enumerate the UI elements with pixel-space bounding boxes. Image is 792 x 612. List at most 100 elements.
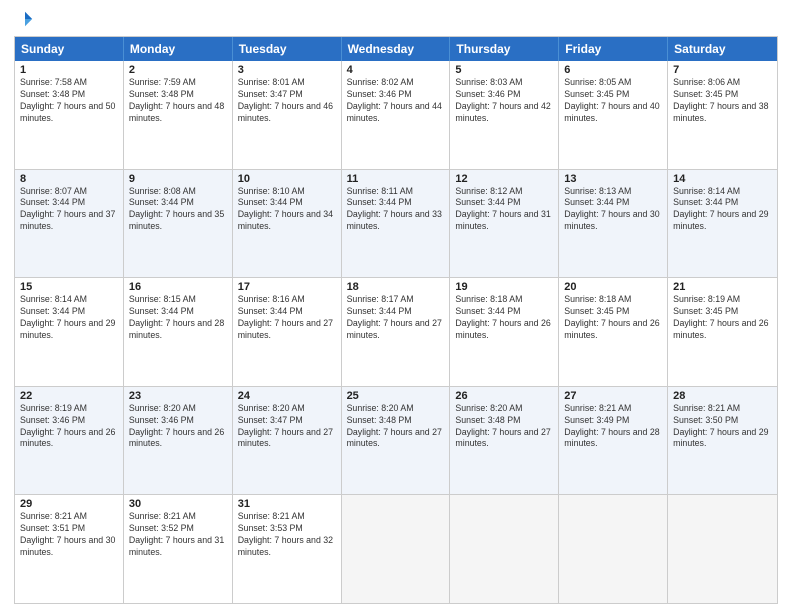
- calendar-day-6: 6 Sunrise: 8:05 AMSunset: 3:45 PMDayligh…: [559, 61, 668, 169]
- calendar-day-26: 26 Sunrise: 8:20 AMSunset: 3:48 PMDaylig…: [450, 387, 559, 495]
- day-info: Sunrise: 8:07 AMSunset: 3:44 PMDaylight:…: [20, 186, 118, 234]
- day-info: Sunrise: 8:10 AMSunset: 3:44 PMDaylight:…: [238, 186, 336, 234]
- calendar-empty-cell: [559, 495, 668, 603]
- day-info: Sunrise: 8:14 AMSunset: 3:44 PMDaylight:…: [673, 186, 772, 234]
- page-container: SundayMondayTuesdayWednesdayThursdayFrid…: [0, 0, 792, 612]
- logo-icon: [16, 10, 34, 28]
- calendar-empty-cell: [342, 495, 451, 603]
- calendar-day-29: 29 Sunrise: 8:21 AMSunset: 3:51 PMDaylig…: [15, 495, 124, 603]
- header: [14, 10, 778, 28]
- day-info: Sunrise: 8:20 AMSunset: 3:47 PMDaylight:…: [238, 403, 336, 451]
- calendar-empty-cell: [450, 495, 559, 603]
- day-number: 12: [455, 173, 553, 185]
- calendar-day-17: 17 Sunrise: 8:16 AMSunset: 3:44 PMDaylig…: [233, 278, 342, 386]
- day-info: Sunrise: 8:15 AMSunset: 3:44 PMDaylight:…: [129, 294, 227, 342]
- calendar-day-2: 2 Sunrise: 7:59 AMSunset: 3:48 PMDayligh…: [124, 61, 233, 169]
- day-info: Sunrise: 8:21 AMSunset: 3:49 PMDaylight:…: [564, 403, 662, 451]
- day-info: Sunrise: 8:18 AMSunset: 3:44 PMDaylight:…: [455, 294, 553, 342]
- logo: [14, 10, 34, 28]
- day-number: 13: [564, 173, 662, 185]
- day-number: 14: [673, 173, 772, 185]
- day-info: Sunrise: 8:02 AMSunset: 3:46 PMDaylight:…: [347, 77, 445, 125]
- calendar-day-7: 7 Sunrise: 8:06 AMSunset: 3:45 PMDayligh…: [668, 61, 777, 169]
- day-info: Sunrise: 8:13 AMSunset: 3:44 PMDaylight:…: [564, 186, 662, 234]
- day-number: 2: [129, 64, 227, 76]
- day-number: 11: [347, 173, 445, 185]
- day-number: 16: [129, 281, 227, 293]
- day-header-wednesday: Wednesday: [342, 37, 451, 61]
- day-info: Sunrise: 8:19 AMSunset: 3:45 PMDaylight:…: [673, 294, 772, 342]
- calendar-header: SundayMondayTuesdayWednesdayThursdayFrid…: [15, 37, 777, 61]
- calendar-row-4: 22 Sunrise: 8:19 AMSunset: 3:46 PMDaylig…: [15, 386, 777, 495]
- day-info: Sunrise: 8:21 AMSunset: 3:53 PMDaylight:…: [238, 511, 336, 559]
- day-info: Sunrise: 8:19 AMSunset: 3:46 PMDaylight:…: [20, 403, 118, 451]
- day-info: Sunrise: 8:20 AMSunset: 3:48 PMDaylight:…: [347, 403, 445, 451]
- day-number: 28: [673, 390, 772, 402]
- day-header-sunday: Sunday: [15, 37, 124, 61]
- day-info: Sunrise: 8:21 AMSunset: 3:52 PMDaylight:…: [129, 511, 227, 559]
- calendar-day-18: 18 Sunrise: 8:17 AMSunset: 3:44 PMDaylig…: [342, 278, 451, 386]
- calendar-day-15: 15 Sunrise: 8:14 AMSunset: 3:44 PMDaylig…: [15, 278, 124, 386]
- calendar-body: 1 Sunrise: 7:58 AMSunset: 3:48 PMDayligh…: [15, 61, 777, 603]
- day-number: 18: [347, 281, 445, 293]
- calendar-day-27: 27 Sunrise: 8:21 AMSunset: 3:49 PMDaylig…: [559, 387, 668, 495]
- day-info: Sunrise: 8:16 AMSunset: 3:44 PMDaylight:…: [238, 294, 336, 342]
- calendar-day-31: 31 Sunrise: 8:21 AMSunset: 3:53 PMDaylig…: [233, 495, 342, 603]
- calendar-empty-cell: [668, 495, 777, 603]
- calendar-day-10: 10 Sunrise: 8:10 AMSunset: 3:44 PMDaylig…: [233, 170, 342, 278]
- day-header-thursday: Thursday: [450, 37, 559, 61]
- calendar-day-24: 24 Sunrise: 8:20 AMSunset: 3:47 PMDaylig…: [233, 387, 342, 495]
- day-info: Sunrise: 8:01 AMSunset: 3:47 PMDaylight:…: [238, 77, 336, 125]
- calendar-day-28: 28 Sunrise: 8:21 AMSunset: 3:50 PMDaylig…: [668, 387, 777, 495]
- day-number: 4: [347, 64, 445, 76]
- day-number: 6: [564, 64, 662, 76]
- calendar-day-1: 1 Sunrise: 7:58 AMSunset: 3:48 PMDayligh…: [15, 61, 124, 169]
- day-info: Sunrise: 8:03 AMSunset: 3:46 PMDaylight:…: [455, 77, 553, 125]
- day-header-tuesday: Tuesday: [233, 37, 342, 61]
- day-number: 10: [238, 173, 336, 185]
- day-info: Sunrise: 8:14 AMSunset: 3:44 PMDaylight:…: [20, 294, 118, 342]
- day-info: Sunrise: 8:20 AMSunset: 3:46 PMDaylight:…: [129, 403, 227, 451]
- calendar-day-11: 11 Sunrise: 8:11 AMSunset: 3:44 PMDaylig…: [342, 170, 451, 278]
- day-number: 24: [238, 390, 336, 402]
- calendar-day-13: 13 Sunrise: 8:13 AMSunset: 3:44 PMDaylig…: [559, 170, 668, 278]
- day-number: 7: [673, 64, 772, 76]
- day-number: 23: [129, 390, 227, 402]
- day-info: Sunrise: 8:20 AMSunset: 3:48 PMDaylight:…: [455, 403, 553, 451]
- day-number: 21: [673, 281, 772, 293]
- calendar-day-4: 4 Sunrise: 8:02 AMSunset: 3:46 PMDayligh…: [342, 61, 451, 169]
- calendar: SundayMondayTuesdayWednesdayThursdayFrid…: [14, 36, 778, 604]
- day-number: 27: [564, 390, 662, 402]
- calendar-row-3: 15 Sunrise: 8:14 AMSunset: 3:44 PMDaylig…: [15, 277, 777, 386]
- day-number: 20: [564, 281, 662, 293]
- day-info: Sunrise: 8:08 AMSunset: 3:44 PMDaylight:…: [129, 186, 227, 234]
- calendar-day-9: 9 Sunrise: 8:08 AMSunset: 3:44 PMDayligh…: [124, 170, 233, 278]
- calendar-row-1: 1 Sunrise: 7:58 AMSunset: 3:48 PMDayligh…: [15, 61, 777, 169]
- day-number: 15: [20, 281, 118, 293]
- day-number: 30: [129, 498, 227, 510]
- day-info: Sunrise: 8:06 AMSunset: 3:45 PMDaylight:…: [673, 77, 772, 125]
- calendar-day-22: 22 Sunrise: 8:19 AMSunset: 3:46 PMDaylig…: [15, 387, 124, 495]
- calendar-day-5: 5 Sunrise: 8:03 AMSunset: 3:46 PMDayligh…: [450, 61, 559, 169]
- day-info: Sunrise: 7:58 AMSunset: 3:48 PMDaylight:…: [20, 77, 118, 125]
- calendar-day-30: 30 Sunrise: 8:21 AMSunset: 3:52 PMDaylig…: [124, 495, 233, 603]
- day-number: 19: [455, 281, 553, 293]
- calendar-day-16: 16 Sunrise: 8:15 AMSunset: 3:44 PMDaylig…: [124, 278, 233, 386]
- day-number: 1: [20, 64, 118, 76]
- day-number: 17: [238, 281, 336, 293]
- day-number: 3: [238, 64, 336, 76]
- day-info: Sunrise: 8:21 AMSunset: 3:51 PMDaylight:…: [20, 511, 118, 559]
- day-number: 9: [129, 173, 227, 185]
- calendar-row-2: 8 Sunrise: 8:07 AMSunset: 3:44 PMDayligh…: [15, 169, 777, 278]
- day-number: 8: [20, 173, 118, 185]
- calendar-day-8: 8 Sunrise: 8:07 AMSunset: 3:44 PMDayligh…: [15, 170, 124, 278]
- day-number: 31: [238, 498, 336, 510]
- calendar-day-19: 19 Sunrise: 8:18 AMSunset: 3:44 PMDaylig…: [450, 278, 559, 386]
- day-info: Sunrise: 7:59 AMSunset: 3:48 PMDaylight:…: [129, 77, 227, 125]
- day-header-friday: Friday: [559, 37, 668, 61]
- day-number: 5: [455, 64, 553, 76]
- calendar-day-20: 20 Sunrise: 8:18 AMSunset: 3:45 PMDaylig…: [559, 278, 668, 386]
- day-number: 29: [20, 498, 118, 510]
- day-number: 26: [455, 390, 553, 402]
- day-info: Sunrise: 8:05 AMSunset: 3:45 PMDaylight:…: [564, 77, 662, 125]
